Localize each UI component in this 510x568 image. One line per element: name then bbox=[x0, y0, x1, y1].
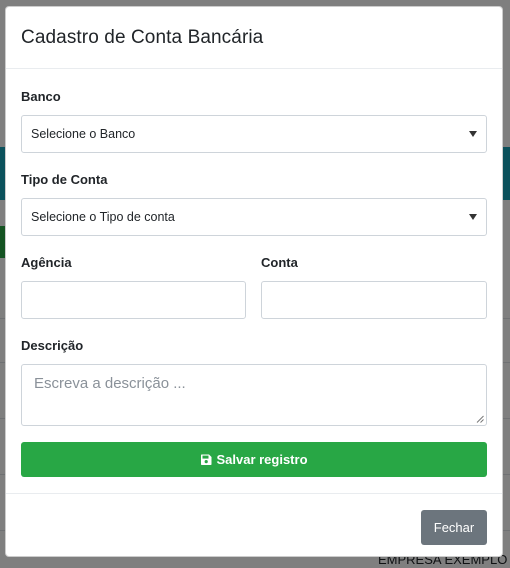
conta-input[interactable] bbox=[261, 281, 487, 319]
save-button-label: Salvar registro bbox=[216, 452, 308, 467]
banco-select-value: Selecione o Banco bbox=[31, 127, 136, 141]
resize-handle-icon[interactable] bbox=[476, 415, 484, 423]
caret-down-icon bbox=[469, 214, 477, 220]
conta-label: Conta bbox=[261, 255, 298, 270]
close-button[interactable]: Fechar bbox=[421, 510, 487, 545]
tipo-conta-select-value: Selecione o Tipo de conta bbox=[31, 210, 175, 224]
descricao-placeholder: Escreva a descrição ... bbox=[34, 375, 186, 392]
agencia-input[interactable] bbox=[21, 281, 246, 319]
descricao-textarea[interactable]: Escreva a descrição ... bbox=[21, 364, 487, 426]
banco-label: Banco bbox=[21, 89, 61, 104]
descricao-label: Descrição bbox=[21, 338, 84, 353]
close-button-label: Fechar bbox=[433, 520, 475, 535]
save-icon bbox=[201, 454, 212, 465]
banco-select[interactable]: Selecione o Banco bbox=[21, 115, 487, 153]
agencia-label: Agência bbox=[21, 255, 72, 270]
caret-down-icon bbox=[469, 131, 477, 137]
modal-footer: Fechar bbox=[6, 493, 502, 556]
tipo-conta-select[interactable]: Selecione o Tipo de conta bbox=[21, 198, 487, 236]
tipo-conta-label: Tipo de Conta bbox=[21, 172, 108, 187]
bank-account-modal: Cadastro de Conta Bancária Banco Selecio… bbox=[5, 6, 503, 557]
modal-header: Cadastro de Conta Bancária bbox=[6, 7, 502, 69]
modal-title: Cadastro de Conta Bancária bbox=[21, 27, 264, 48]
save-button[interactable]: Salvar registro bbox=[21, 442, 487, 477]
